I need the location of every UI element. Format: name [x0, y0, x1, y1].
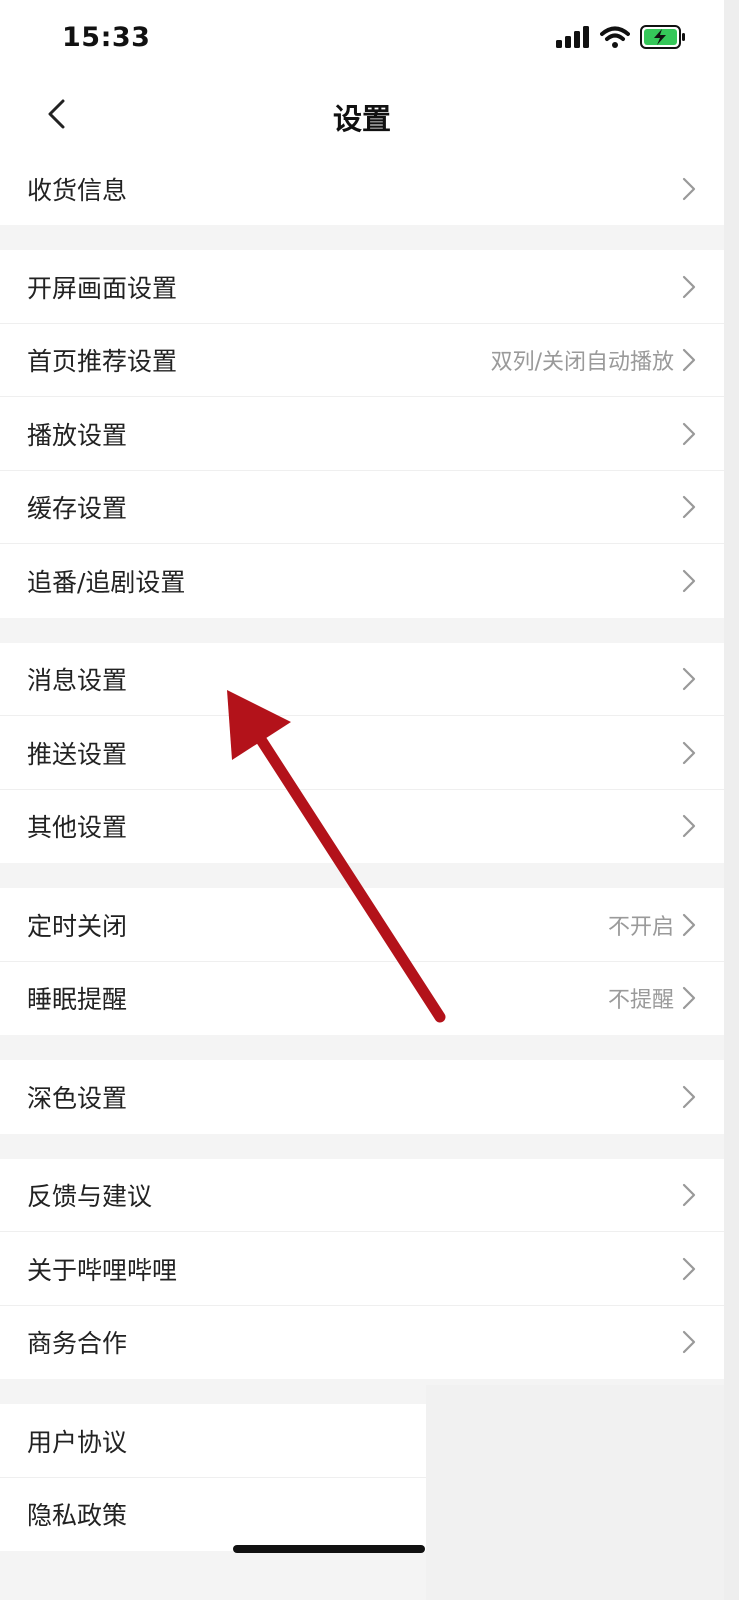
setting-follow-series[interactable]: 追番/追剧设置 [0, 544, 724, 618]
setting-label: 追番/追剧设置 [27, 567, 186, 597]
group-separator [0, 1133, 724, 1159]
chevron-right-icon [682, 1184, 696, 1207]
settings-page: 15:33 设置 收货信息 开屏画面设置 首页推荐设置 双列/关闭自动播放 播放… [0, 0, 724, 1600]
setting-label: 反馈与建议 [27, 1182, 153, 1212]
setting-label: 开屏画面设置 [27, 273, 178, 303]
setting-label: 首页推荐设置 [27, 347, 178, 377]
setting-about[interactable]: 关于哔哩哔哩 [0, 1232, 724, 1306]
setting-label: 睡眠提醒 [27, 985, 128, 1015]
setting-shipping-info[interactable]: 收货信息 [0, 152, 724, 225]
chevron-right-icon [682, 1331, 696, 1354]
setting-splash-screen[interactable]: 开屏画面设置 [0, 250, 724, 324]
setting-value: 不提醒 [607, 988, 674, 1014]
chevron-right-icon [682, 1085, 696, 1108]
setting-label: 商务合作 [27, 1329, 128, 1359]
group-separator [0, 1035, 724, 1060]
group-separator [0, 617, 724, 643]
wifi-icon [600, 26, 630, 52]
setting-playback[interactable]: 播放设置 [0, 397, 724, 471]
faded-overlay-region [426, 1385, 724, 1600]
setting-feedback[interactable]: 反馈与建议 [0, 1158, 724, 1232]
setting-label: 定时关闭 [27, 911, 128, 941]
setting-user-agreement[interactable]: 用户协议 [0, 1404, 426, 1478]
chevron-right-icon [682, 569, 696, 592]
chevron-right-icon [682, 668, 696, 691]
chevron-right-icon [682, 741, 696, 764]
group-separator [0, 863, 724, 888]
setting-label: 缓存设置 [27, 494, 128, 524]
setting-timer-off[interactable]: 定时关闭 不开启 [0, 888, 724, 962]
setting-business[interactable]: 商务合作 [0, 1305, 724, 1379]
battery-charging-icon [640, 25, 686, 53]
setting-value: 双列/关闭自动播放 [490, 350, 674, 376]
chevron-right-icon [682, 496, 696, 519]
setting-home-recommend[interactable]: 首页推荐设置 双列/关闭自动播放 [0, 323, 724, 397]
setting-label: 用户协议 [27, 1427, 128, 1457]
setting-label: 关于哔哩哔哩 [27, 1255, 178, 1285]
setting-label: 消息设置 [27, 666, 128, 696]
setting-label: 播放设置 [27, 420, 128, 450]
setting-value: 不开启 [607, 914, 674, 940]
setting-label: 推送设置 [27, 739, 128, 769]
status-icons [556, 25, 686, 53]
setting-privacy-policy[interactable]: 隐私政策 [0, 1477, 426, 1551]
chevron-right-icon [682, 349, 696, 372]
setting-label: 隐私政策 [27, 1501, 128, 1531]
setting-label: 收货信息 [27, 175, 128, 205]
chevron-right-icon [682, 815, 696, 838]
home-indicator[interactable] [233, 1545, 425, 1553]
settings-list: 收货信息 开屏画面设置 首页推荐设置 双列/关闭自动播放 播放设置 缓存设置 追 [0, 152, 724, 1551]
setting-sleep-reminder[interactable]: 睡眠提醒 不提醒 [0, 961, 724, 1035]
signal-icon [556, 26, 590, 52]
page-title: 设置 [332, 102, 391, 136]
setting-label: 其他设置 [27, 813, 128, 843]
setting-push[interactable]: 推送设置 [0, 716, 724, 790]
chevron-right-icon [682, 1257, 696, 1280]
chevron-right-icon [682, 987, 696, 1010]
setting-cache[interactable]: 缓存设置 [0, 470, 724, 544]
chevron-right-icon [682, 913, 696, 936]
setting-other[interactable]: 其他设置 [0, 789, 724, 863]
edge-strip [724, 0, 739, 1600]
status-time: 15:33 [62, 22, 151, 53]
top-bar: 15:33 设置 [0, 0, 724, 152]
chevron-right-icon [682, 275, 696, 298]
setting-label: 深色设置 [27, 1083, 128, 1113]
chevron-right-icon [682, 177, 696, 200]
group-separator [0, 225, 724, 250]
setting-messages[interactable]: 消息设置 [0, 642, 724, 716]
setting-dark-mode[interactable]: 深色设置 [0, 1060, 724, 1134]
chevron-right-icon [682, 422, 696, 445]
